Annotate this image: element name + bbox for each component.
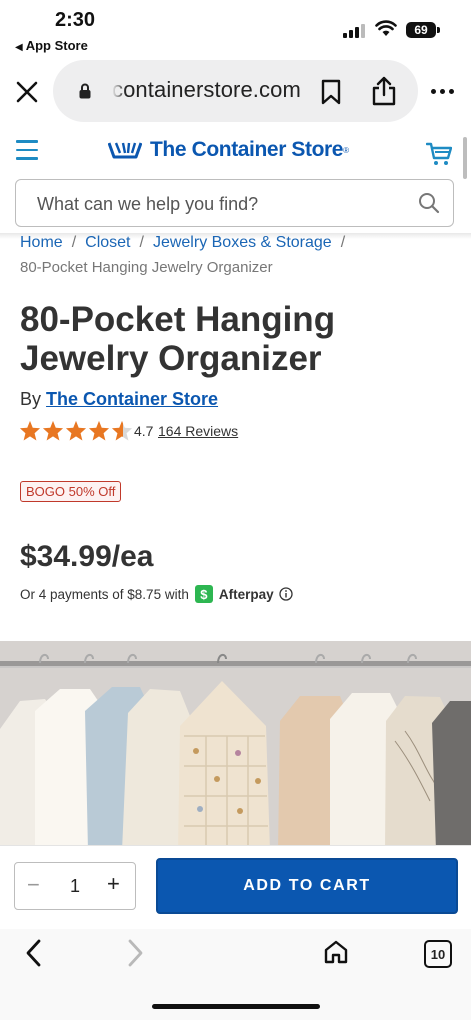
status-time: 2:30	[55, 9, 96, 31]
product-title-line: 80-Pocket Hanging	[20, 300, 336, 339]
wifi-icon	[375, 20, 397, 36]
product-image[interactable]	[0, 641, 471, 851]
home-indicator	[152, 1004, 320, 1009]
share-icon[interactable]	[371, 76, 397, 106]
star-icon	[42, 420, 64, 441]
product-title-line: Jewelry Organizer	[20, 339, 322, 378]
site-logo[interactable]: The Container Store ®	[108, 138, 349, 162]
logo-text: The Container Store	[150, 138, 344, 161]
info-icon[interactable]	[278, 587, 293, 601]
star-icon	[88, 420, 110, 441]
back-triangle-icon: ◀	[15, 42, 23, 53]
lock-icon	[79, 83, 91, 99]
add-to-cart-button[interactable]: ADD TO CART	[156, 858, 458, 914]
quantity-value[interactable]: 1	[70, 876, 80, 897]
home-icon[interactable]	[323, 939, 349, 965]
brand-link[interactable]: The Container Store	[46, 389, 218, 409]
logo-registered-mark: ®	[343, 145, 349, 155]
product-price: $34.99/ea	[20, 540, 154, 573]
forward-icon[interactable]	[123, 938, 147, 968]
star-icon	[65, 420, 87, 441]
menu-icon[interactable]	[16, 140, 38, 166]
back-app-label: App Store	[25, 38, 88, 53]
close-icon[interactable]	[14, 79, 40, 105]
promo-badge: BOGO 50% Off	[20, 481, 122, 502]
tabs-button[interactable]: 10	[424, 940, 452, 968]
battery-indicator: 69	[406, 22, 436, 38]
search-icon[interactable]	[418, 192, 440, 214]
battery-tip	[437, 27, 440, 33]
breadcrumb-separator: /	[340, 234, 346, 251]
afterpay-label: Afterpay	[218, 586, 274, 602]
breadcrumb-home[interactable]: Home	[20, 234, 63, 251]
rating-value: 4.7	[134, 423, 154, 439]
breadcrumb-separator: /	[71, 234, 77, 251]
quantity-increase-button[interactable]: +	[107, 871, 120, 897]
afterpay-icon: $	[194, 585, 213, 603]
product-photo	[0, 641, 471, 851]
more-icon[interactable]	[431, 89, 454, 94]
breadcrumb-jewelry-boxes[interactable]: Jewelry Boxes & Storage	[153, 234, 332, 251]
breadcrumb: Home / Closet / Jewelry Boxes & Storage /	[20, 234, 354, 252]
cart-icon[interactable]	[426, 142, 452, 166]
url-fade	[112, 76, 126, 106]
url-text: containerstore.com	[112, 77, 301, 102]
search-placeholder: What can we help you find?	[37, 194, 259, 214]
brand-line: By The Container Store	[20, 389, 218, 410]
bookmark-icon[interactable]	[320, 79, 342, 105]
reviews-link[interactable]: 164 Reviews	[158, 423, 238, 439]
star-icon	[19, 420, 41, 441]
product-title: 80-Pocket Hanging Jewelry Organizer	[20, 300, 450, 378]
breadcrumb-closet[interactable]: Closet	[85, 234, 130, 251]
logo-mark-icon	[108, 142, 142, 159]
half-star-icon	[111, 420, 133, 441]
back-icon[interactable]	[22, 938, 46, 968]
cellular-signal-icon	[343, 24, 365, 38]
back-to-app-link[interactable]: ◀ App Store	[15, 38, 88, 53]
quantity-decrease-button[interactable]: −	[27, 872, 40, 898]
installments-line: Or 4 payments of $8.75 with $ Afterpay	[20, 585, 293, 603]
rating-stars[interactable]	[19, 420, 133, 441]
breadcrumb-separator: /	[139, 234, 144, 251]
installments-text: Or 4 payments of $8.75 with	[20, 586, 189, 602]
scroll-indicator	[463, 137, 467, 179]
by-label: By	[20, 389, 42, 409]
breadcrumb-current: 80-Pocket Hanging Jewelry Organizer	[20, 259, 273, 276]
